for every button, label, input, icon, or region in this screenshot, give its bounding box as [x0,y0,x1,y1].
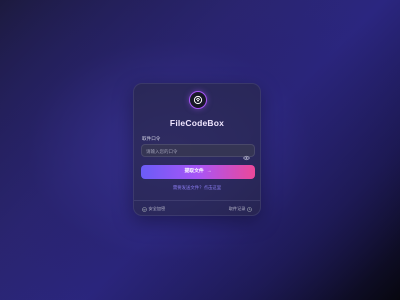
retrieve-file-label: 提取文件 [184,169,204,174]
retrieve-file-button[interactable]: 提取文件 → [141,165,255,179]
eye-icon[interactable] [243,148,250,161]
logo-icon [189,91,207,109]
code-input[interactable] [146,145,242,157]
footer-divider [134,200,260,201]
send-file-link[interactable]: 需要发送文件？点击这里 [134,185,260,191]
history-link[interactable]: 取件记录 [229,206,252,212]
security-badge: 安全加密 [142,206,165,212]
code-field-label: 取件口令 [142,136,161,141]
retrieve-card: FileCodeBox 取件口令 提取文件 → 需要发送文件？点击这里 安全加密 … [133,83,261,216]
clock-icon [247,206,252,212]
app-title: FileCodeBox [169,118,225,128]
arrow-right-icon: → [206,169,212,174]
code-input-wrapper [141,144,255,161]
history-label: 取件记录 [228,206,246,211]
shield-icon [142,206,147,212]
security-label: 安全加密 [148,206,166,211]
